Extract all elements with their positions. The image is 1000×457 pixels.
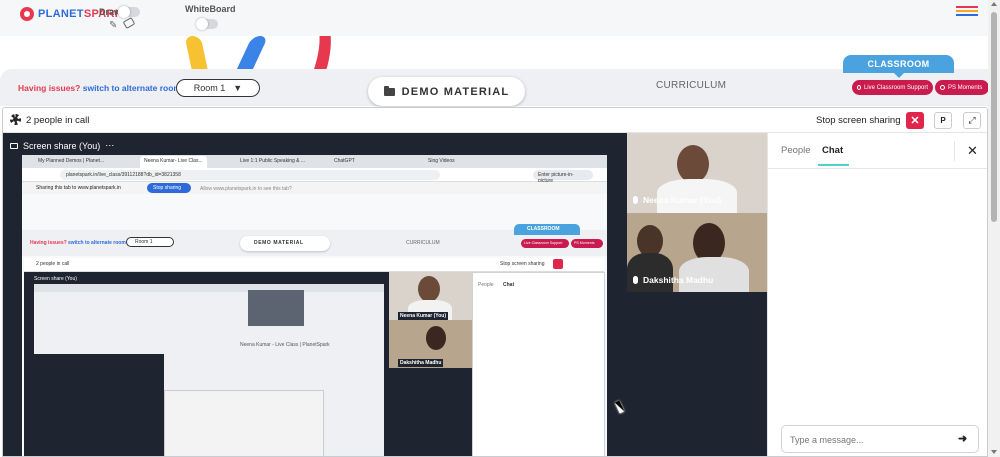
browser-tab: Live 1:1 Public Speaking & ... xyxy=(240,158,306,164)
video-area: Screen share (You) ⋯ My Planned Demos | … xyxy=(3,133,767,456)
live-support-button[interactable]: Live Classroom Support xyxy=(852,80,933,95)
scroll-down-icon[interactable] xyxy=(991,450,997,454)
tab-chat[interactable]: Chat xyxy=(817,145,850,166)
nested-people-count: 2 people in call xyxy=(36,261,70,267)
nested-room-select: Room 1 xyxy=(126,237,174,247)
pip-button[interactable]: P xyxy=(934,112,952,129)
nested-ps-moments: PS Moments xyxy=(571,239,603,248)
shared-page-content: Having issues? switch to alternate room … xyxy=(22,194,607,456)
demo-material-button[interactable]: DEMO MATERIAL xyxy=(368,77,525,106)
mouse-cursor xyxy=(614,400,625,414)
issue-text: Having issues? switch to alternate room xyxy=(18,83,181,93)
participant-name: Dakshitha Madhu xyxy=(633,275,713,285)
ps-moments-button[interactable]: PS Moments xyxy=(935,80,989,95)
whiteboard-toggle[interactable] xyxy=(196,18,218,30)
people-chat-pane: People Chat ✕ ➜ xyxy=(767,133,987,456)
close-icon[interactable]: ✕ xyxy=(954,141,987,161)
moments-icon xyxy=(940,85,945,90)
nested-people-tab: People xyxy=(478,282,494,288)
gear-icon[interactable] xyxy=(10,114,21,125)
top-bar: PLANETSPARK Draw ✎ WhiteBoard xyxy=(0,0,1000,36)
nested-chat-tab: Chat xyxy=(503,282,515,288)
nested-share-title: Screen share (You) xyxy=(34,276,77,282)
curriculum-tab[interactable]: CURRICULUM xyxy=(656,80,726,91)
message-box: ➜ xyxy=(781,425,979,453)
nested-close-button xyxy=(553,259,563,269)
hamburger-menu-icon[interactable] xyxy=(956,6,978,17)
folder-icon xyxy=(383,85,395,96)
eraser-icon[interactable] xyxy=(122,17,136,29)
logo-mark-icon xyxy=(20,7,34,21)
sharing-notice-bar: Sharing this tab to www.planetspark.in S… xyxy=(22,182,607,194)
enter-pip-chip: Enter picture-in-picture xyxy=(533,170,593,184)
browser-tab: ChatGPT xyxy=(334,158,355,164)
room-select[interactable]: Room 1 ▼ xyxy=(176,79,260,97)
stop-screen-sharing-label: Stop screen sharing xyxy=(816,115,901,126)
browser-url: planetspark.in/live_class/39112188?db_id… xyxy=(60,170,440,180)
stop-sharing-close-button[interactable]: ✕ xyxy=(906,112,924,129)
chat-tabs: People Chat ✕ xyxy=(768,133,987,169)
browser-address-bar: planetspark.in/live_class/39112188?db_id… xyxy=(22,168,607,184)
nested-classroom: CLASSROOM xyxy=(514,224,580,235)
alternate-room-link[interactable]: switch to alternate room xyxy=(83,83,181,93)
whiteboard-label: WhiteBoard xyxy=(185,4,236,14)
message-input[interactable] xyxy=(790,432,940,447)
screen-share-icon xyxy=(10,142,18,149)
nested-deep-video xyxy=(34,354,164,456)
participant-tile: Neena Kumar (You) xyxy=(627,133,767,213)
nested-curriculum: CURRICULUM xyxy=(406,240,440,246)
nested-participant-2: Dakshitha Madhu xyxy=(398,359,444,367)
nested-chat-pane xyxy=(472,272,605,456)
browser-tab: My Planned Demos | Planet... xyxy=(38,158,105,164)
dropdown-arrow-icon: ▼ xyxy=(233,83,243,93)
call-header: 2 people in call Stop screen sharing ✕ P… xyxy=(3,108,987,133)
browser-tab: Sing Videos xyxy=(428,158,455,164)
people-count: 2 people in call xyxy=(26,115,90,126)
nested-deep-content xyxy=(164,390,324,456)
nested-issue-text: Having issues? xyxy=(30,240,67,246)
support-icon xyxy=(857,85,861,90)
participant-tile: Dakshitha Madhu xyxy=(627,213,767,292)
mic-icon xyxy=(633,276,638,284)
send-arrow-icon[interactable]: ➜ xyxy=(958,432,967,445)
scroll-thumb[interactable] xyxy=(991,12,997,222)
shared-stop-sharing: Stop sharing xyxy=(147,183,191,193)
expand-icon[interactable]: ⤢ xyxy=(963,112,981,129)
browser-tab: Neena Kumar- Live Clas... xyxy=(140,156,207,168)
nested-overlay-window xyxy=(248,290,304,326)
nested-alternate-link: switch to alternate room xyxy=(68,240,126,246)
close-icon: ✕ xyxy=(910,115,920,127)
nested-tab-strip xyxy=(34,284,384,292)
draw-toggle[interactable] xyxy=(118,6,140,18)
participant-name: Neena Kumar (You) xyxy=(633,195,721,205)
browser-tab-strip: My Planned Demos | Planet... Neena Kumar… xyxy=(22,155,607,168)
shared-screen: My Planned Demos | Planet... Neena Kumar… xyxy=(22,155,607,456)
tab-people[interactable]: People xyxy=(781,145,811,156)
allow-prompt-text: Allow www.planetspark.in to see this tab… xyxy=(200,186,292,192)
nested-inner-title: Neena Kumar - Live Class | PlanetSpark xyxy=(240,342,330,348)
mic-icon xyxy=(633,196,638,204)
nested-live-support: Live Classroom Support xyxy=(521,239,569,248)
classroom-tab[interactable]: CLASSROOM xyxy=(843,55,954,78)
scroll-up-icon[interactable] xyxy=(991,2,997,6)
screen-share-title: Screen share (You) ⋯ xyxy=(10,140,114,151)
nested-stop-share: Stop screen sharing xyxy=(500,261,545,267)
nested-demo-material: DEMO MATERIAL xyxy=(240,236,330,251)
call-panel: 2 people in call Stop screen sharing ✕ P… xyxy=(2,107,988,457)
participant-video xyxy=(677,145,709,183)
more-dots-icon[interactable]: ⋯ xyxy=(105,140,114,151)
pencil-icon[interactable]: ✎ xyxy=(109,20,117,31)
nested-participant-1: Neena Kumar (You) xyxy=(398,312,449,320)
page-scrollbar[interactable] xyxy=(988,0,1000,457)
